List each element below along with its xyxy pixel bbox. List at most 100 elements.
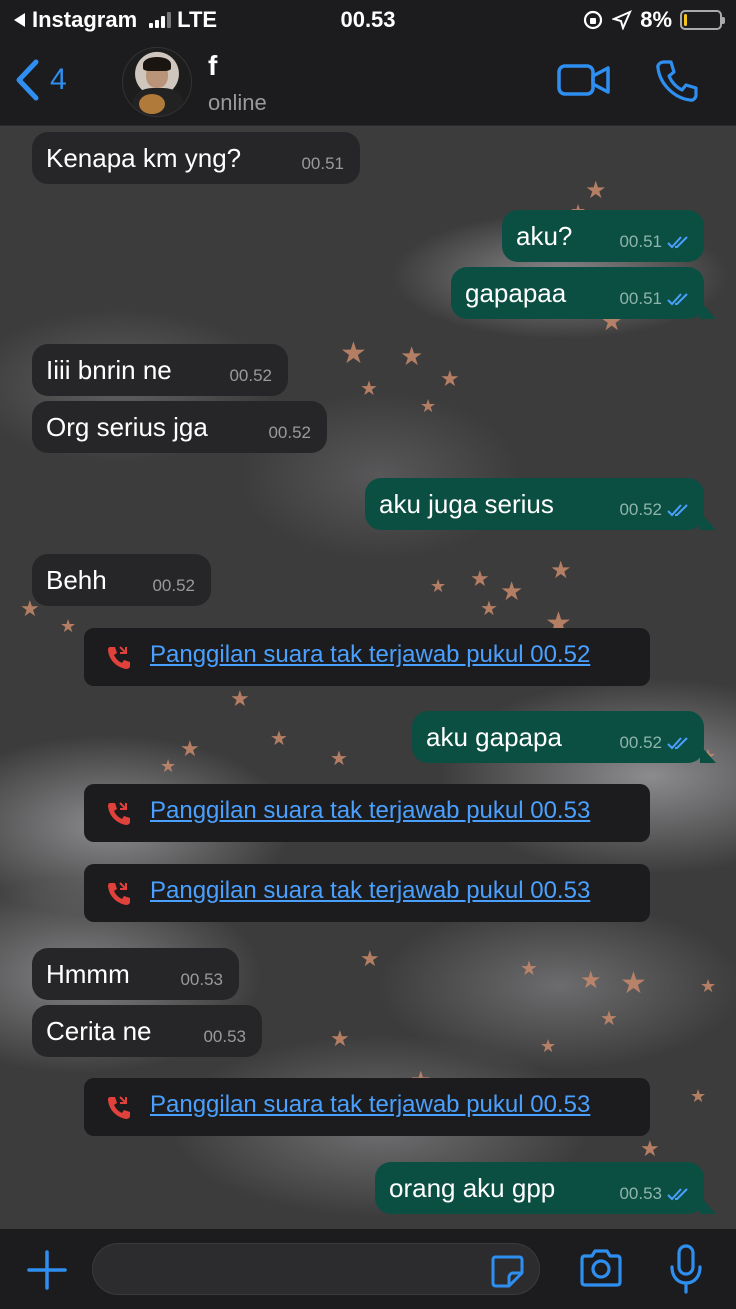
message-time: 00.53 <box>180 970 223 989</box>
message-time: 00.51 <box>619 232 662 251</box>
message-time: 00.51 <box>301 154 344 173</box>
chat-header: 4 f online <box>0 40 736 126</box>
back-button[interactable]: 4 <box>14 58 67 102</box>
missed-call-notice[interactable]: Panggilan suara tak terjawab pukul 00.53 <box>84 864 650 922</box>
message-text: Kenapa km yng? <box>46 142 242 173</box>
message-text: aku gapapa <box>426 721 562 752</box>
wallpaper-star: ★ <box>600 1008 618 1030</box>
message-time: 00.52 <box>619 500 662 519</box>
wallpaper-star: ★ <box>690 1086 707 1106</box>
status-right: 8% <box>582 7 725 33</box>
message-text: aku? <box>516 220 573 251</box>
message-time: 00.53 <box>203 1027 246 1046</box>
message-outgoing[interactable]: orang aku gpp 00.53 <box>375 1162 716 1214</box>
missed-call-icon <box>108 1096 130 1119</box>
wallpaper-star: ★ <box>520 958 538 980</box>
wallpaper-star: ★ <box>585 177 607 204</box>
wallpaper-star: ★ <box>360 946 380 971</box>
message-outgoing[interactable]: gapapaa 00.51 <box>451 267 716 319</box>
missed-call-notice[interactable]: Panggilan suara tak terjawab pukul 00.53 <box>84 784 650 842</box>
wallpaper-star: ★ <box>340 337 367 370</box>
battery-percent: 8% <box>640 7 672 32</box>
message-incoming[interactable]: Behh 00.52 <box>32 554 211 606</box>
missed-call-link[interactable]: Panggilan suara tak terjawab pukul 00.53 <box>150 1091 590 1119</box>
wallpaper-star: ★ <box>330 1026 350 1051</box>
wallpaper-star: ★ <box>60 616 77 636</box>
wallpaper-star: ★ <box>230 686 250 711</box>
camera-icon[interactable] <box>578 1247 624 1289</box>
microphone-icon[interactable] <box>668 1243 704 1295</box>
message-outgoing[interactable]: aku juga serius 00.52 <box>365 478 716 530</box>
message-time: 00.53 <box>619 1184 662 1203</box>
wallpaper-star: ★ <box>640 1136 660 1161</box>
avatar[interactable] <box>122 47 192 117</box>
message-input[interactable] <box>92 1243 540 1295</box>
sticker-icon[interactable] <box>489 1253 525 1289</box>
message-incoming[interactable]: Cerita ne 00.53 <box>32 1005 262 1057</box>
missed-call-notice[interactable]: Panggilan suara tak terjawab pukul 00.53 <box>84 1078 650 1136</box>
wallpaper-star: ★ <box>400 341 424 371</box>
chevron-left-icon <box>16 59 39 101</box>
double-check-icon <box>667 293 688 306</box>
wallpaper-star: ★ <box>580 967 602 994</box>
message-text: Cerita ne <box>46 1015 152 1046</box>
chat-area[interactable]: ★★★★★★★★★★★★★★★★★★★★★★★★★★★★★★★★★★★★★ Ke… <box>0 126 736 1229</box>
message-text: aku juga serius <box>379 488 554 519</box>
message-outgoing[interactable]: aku gapapa 00.52 <box>412 711 716 763</box>
unread-count: 4 <box>50 63 67 96</box>
wallpaper-star: ★ <box>500 576 524 606</box>
wallpaper-star: ★ <box>420 396 437 416</box>
wallpaper-star: ★ <box>700 976 717 996</box>
message-text: Hmmm <box>46 958 130 989</box>
wallpaper-star: ★ <box>180 736 200 761</box>
message-time: 00.52 <box>229 366 272 385</box>
missed-call-icon <box>108 882 130 905</box>
missed-call-link[interactable]: Panggilan suara tak terjawab pukul 00.52 <box>150 641 590 669</box>
message-text: gapapaa <box>465 277 567 308</box>
wallpaper-star: ★ <box>550 557 572 584</box>
message-text: orang aku gpp <box>389 1172 556 1203</box>
missed-call-notice[interactable]: Panggilan suara tak terjawab pukul 00.52 <box>84 628 650 686</box>
missed-call-link[interactable]: Panggilan suara tak terjawab pukul 00.53 <box>150 797 590 825</box>
wallpaper-star: ★ <box>430 576 447 596</box>
video-camera-icon[interactable] <box>556 60 612 100</box>
message-time: 00.52 <box>268 423 311 442</box>
status-bar: Instagram LTE 00.53 8% <box>0 0 736 40</box>
message-text: Iiii bnrin ne <box>46 354 172 385</box>
phone-icon[interactable] <box>654 58 700 104</box>
wallpaper-star: ★ <box>540 1036 557 1056</box>
wallpaper-star: ★ <box>160 756 177 776</box>
message-time: 00.52 <box>152 576 195 595</box>
wallpaper-star: ★ <box>360 378 378 400</box>
missed-call-icon <box>108 646 130 669</box>
wallpaper-star: ★ <box>270 728 288 750</box>
wallpaper-star: ★ <box>620 967 647 1000</box>
double-check-icon <box>667 1188 688 1201</box>
wallpaper-star: ★ <box>440 366 460 391</box>
message-incoming[interactable]: Iiii bnrin ne 00.52 <box>32 344 288 396</box>
wallpaper-star: ★ <box>470 566 490 591</box>
double-check-icon <box>667 504 688 517</box>
message-text: Behh <box>46 564 107 595</box>
double-check-icon <box>667 737 688 750</box>
message-time: 00.52 <box>619 733 662 752</box>
composer-bar <box>0 1229 736 1309</box>
message-incoming[interactable]: Org serius jga 00.52 <box>32 401 327 453</box>
double-check-icon <box>667 236 688 249</box>
message-outgoing[interactable]: aku? 00.51 <box>502 210 704 262</box>
message-incoming[interactable]: Hmmm 00.53 <box>32 948 239 1000</box>
wallpaper-star: ★ <box>330 748 348 770</box>
missed-call-link[interactable]: Panggilan suara tak terjawab pukul 00.53 <box>150 877 590 905</box>
wallpaper-star: ★ <box>480 598 498 620</box>
message-incoming[interactable]: Kenapa km yng? 00.51 <box>32 132 360 184</box>
battery-icon <box>680 10 725 30</box>
battery-level <box>684 14 687 26</box>
message-time: 00.51 <box>619 289 662 308</box>
orientation-lock-icon <box>584 10 603 30</box>
missed-call-icon <box>108 802 130 825</box>
plus-icon[interactable] <box>26 1249 68 1291</box>
contact-status: online <box>208 90 267 115</box>
contact-name[interactable]: f <box>208 50 217 82</box>
location-arrow-icon <box>612 10 633 30</box>
message-text: Org serius jga <box>46 411 208 442</box>
